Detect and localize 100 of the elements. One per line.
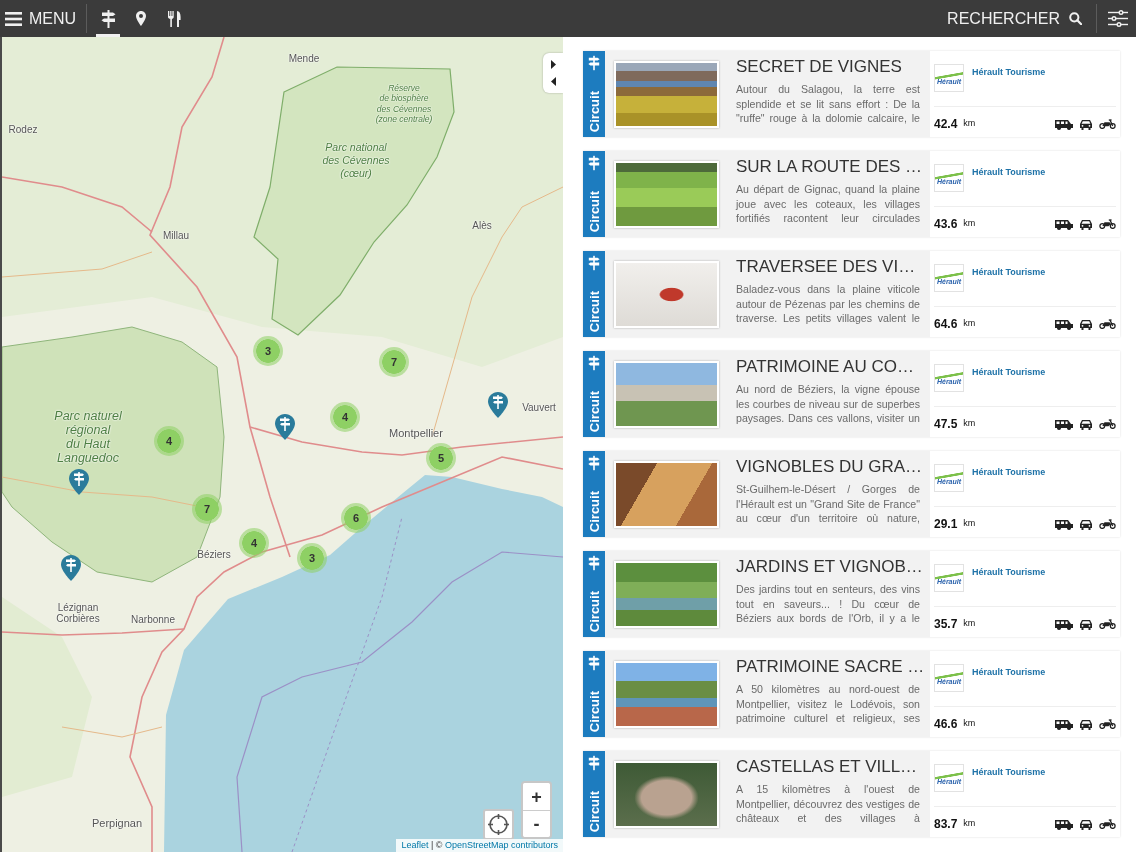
cutlery-icon [167, 10, 181, 27]
result-description: St-Guilhem-le-Désert / Gorges de l'Hérault est un "Grand Site de France" au cœur d'un territoire où nature, [736, 482, 920, 526]
camper-van-icon [1055, 618, 1073, 630]
signpost-icon [588, 255, 600, 271]
camper-van-icon [1055, 518, 1073, 530]
publisher-link[interactable]: Hérault Tourisme [972, 266, 1046, 280]
motorcycle-icon [1099, 219, 1116, 229]
car-icon [1079, 218, 1093, 230]
place-label: Millau [162, 230, 190, 242]
place-label: Alès [472, 220, 492, 232]
car-icon [1079, 318, 1093, 330]
panel-toggle-button[interactable] [543, 53, 563, 93]
search-button[interactable]: RECHERCHER [947, 0, 1082, 37]
place-label: Mende [288, 53, 320, 65]
result-title[interactable]: JARDINS ET VIGNOB… [736, 557, 920, 577]
park-label: Parc naturel régional du Haut Languedoc [54, 409, 122, 465]
result-description: A 15 kilomètres à l'ouest de Montpellier, découvrez des vestiges de châteaux et des villages à [736, 782, 920, 826]
result-title[interactable]: PATRIMOINE SACRE … [736, 657, 920, 677]
distance-value: 47.5 [934, 416, 958, 433]
signpost-icon [588, 555, 600, 571]
publisher-link[interactable]: Hérault Tourisme [972, 466, 1046, 480]
distance-unit: km [963, 617, 976, 631]
distance-value: 64.6 [934, 316, 958, 333]
car-icon [1079, 818, 1093, 830]
result-title[interactable]: TRAVERSEE DES VI… [736, 257, 920, 277]
motorcycle-icon [1099, 519, 1116, 529]
car-icon [1079, 118, 1093, 130]
distance-value: 43.6 [934, 216, 958, 233]
zoom-out-button[interactable]: - [523, 810, 550, 837]
result-title[interactable]: SECRET DE VIGNES [736, 57, 920, 77]
park-label: Parc national des Cévennes (cœur) [322, 141, 390, 180]
place-label: Montpellier [389, 427, 443, 439]
distance-unit: km [963, 717, 976, 731]
category-label: Circuit [587, 690, 601, 732]
camper-van-icon [1055, 318, 1073, 330]
result-description: A 50 kilomètres au nord-ouest de Montpellier, visitez le Lodévois, son patrimoine culturel et religieux, ses [736, 682, 920, 726]
category-label: Circuit [587, 590, 601, 632]
park-label: Réserve de biosphère des Cévennes (zone centrale) [375, 83, 433, 125]
distance-unit: km [963, 317, 976, 331]
car-icon [1079, 618, 1093, 630]
category-label: Circuit [587, 190, 601, 232]
caret-right-icon [550, 60, 556, 69]
signpost-icon [588, 455, 600, 471]
distance-unit: km [963, 517, 976, 531]
camper-van-icon [1055, 818, 1073, 830]
distance-value: 42.4 [934, 116, 958, 133]
place-label: Béziers [197, 549, 231, 561]
result-title[interactable]: SUR LA ROUTE DES … [736, 157, 920, 177]
result-title[interactable]: VIGNOBLES DU GRA… [736, 457, 920, 477]
distance-value: 35.7 [934, 616, 958, 633]
publisher-link[interactable]: Hérault Tourisme [972, 366, 1046, 380]
category-label: Circuit [587, 90, 601, 132]
result-description: Au départ de Gignac, quand la plaine joue avec les coteaux, les villages fortifiés racontent leur circulades [736, 182, 920, 226]
publisher-link[interactable]: Hérault Tourisme [972, 66, 1046, 80]
result-title[interactable]: PATRIMOINE AU CO… [736, 357, 920, 377]
signpost-pin-icon[interactable] [275, 414, 295, 440]
category-label: Circuit [587, 290, 601, 332]
category-label: Circuit [587, 390, 601, 432]
signpost-icon [588, 155, 600, 171]
place-label: Vauvert [522, 402, 556, 414]
search-icon [1069, 12, 1082, 25]
place-label: Lézignan Corbières [56, 602, 100, 624]
signpost-icon [100, 9, 116, 28]
publisher-link[interactable]: Hérault Tourisme [972, 666, 1046, 680]
place-label: Narbonne [131, 614, 175, 626]
category-label: Circuit [587, 790, 601, 832]
motorcycle-icon [1099, 419, 1116, 429]
camper-van-icon [1055, 118, 1073, 130]
signpost-pin-icon[interactable] [61, 555, 81, 581]
motorcycle-icon [1099, 619, 1116, 629]
result-description: Des jardins tout en senteurs, des vins tout en saveurs... ! Du cœur de Béziers aux bords de l'Orb, il y a le [736, 582, 920, 626]
place-label: Perpignan [91, 817, 143, 829]
motorcycle-icon [1099, 319, 1116, 329]
signpost-pin-icon[interactable] [69, 469, 89, 495]
distance-value: 29.1 [934, 516, 958, 533]
attribution-link[interactable]: Leaflet [401, 840, 429, 850]
attribution-link[interactable]: OpenStreetMap contributors [444, 840, 558, 850]
locate-button[interactable] [483, 809, 514, 840]
car-icon [1079, 418, 1093, 430]
publisher-link[interactable]: Hérault Tourisme [972, 166, 1046, 180]
camper-van-icon [1055, 218, 1073, 230]
menu-button[interactable]: MENU [5, 0, 77, 37]
distance-value: 46.6 [934, 716, 958, 733]
result-title[interactable]: CASTELLAS ET VILL… [736, 757, 920, 777]
map-pin-icon [136, 11, 147, 26]
place-label: Rodez [8, 124, 38, 136]
category-label: Circuit [587, 490, 601, 532]
result-description: Baladez-vous dans la plaine viticole autour de Pézenas par les chemins de traverse. Les petits villages valent le [736, 282, 920, 326]
distance-value: 83.7 [934, 816, 958, 833]
signpost-icon [588, 655, 600, 671]
result-description: Au nord de Béziers, la vigne épouse les courbes de niveau sur de superbes paysages. Dans ces vallons, visiter un [736, 382, 920, 426]
distance-unit: km [963, 817, 976, 831]
publisher-link[interactable]: Hérault Tourisme [972, 766, 1046, 780]
crosshair-icon [488, 814, 509, 835]
signpost-icon [588, 355, 600, 371]
motorcycle-icon [1099, 719, 1116, 729]
distance-unit: km [963, 117, 976, 131]
signpost-pin-icon[interactable] [488, 392, 508, 418]
motorcycle-icon [1099, 819, 1116, 829]
publisher-link[interactable]: Hérault Tourisme [972, 566, 1046, 580]
